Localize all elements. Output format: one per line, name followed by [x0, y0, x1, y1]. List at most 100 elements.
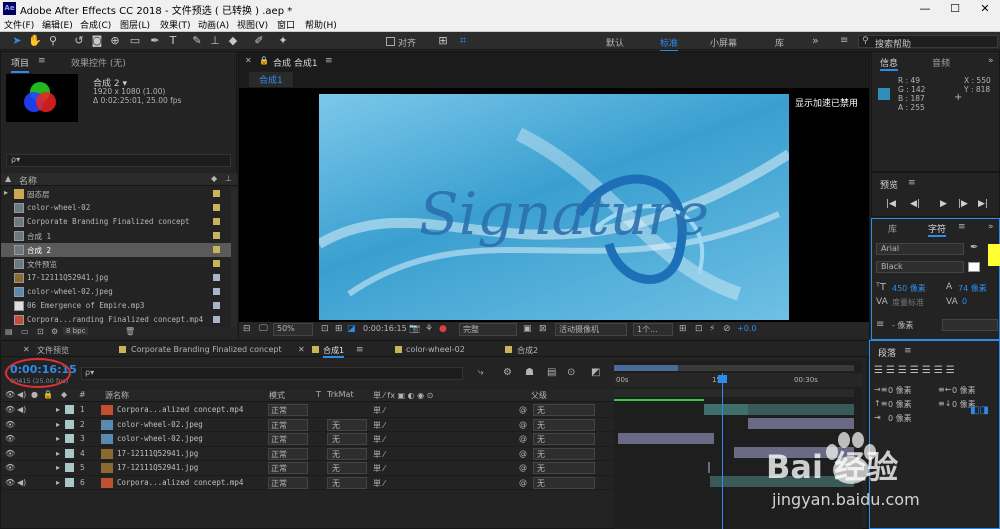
workspace-standard[interactable]: 标准 — [660, 36, 679, 52]
trkmat-header[interactable]: TrkMat — [327, 390, 354, 399]
show-snapshot-icon[interactable]: ⚘ — [425, 324, 433, 334]
trkmat-select[interactable]: 无 — [327, 476, 367, 489]
maximize-button[interactable]: ☐ — [940, 0, 970, 17]
label-column-icon[interactable]: ◆ — [61, 390, 67, 399]
preserve-transparency-header[interactable]: T — [316, 390, 321, 399]
label-swatch[interactable] — [213, 316, 220, 323]
list-item[interactable]: Corpora...randing Finalized concept.mp4 — [1, 313, 231, 327]
workspace-menu-icon[interactable]: ≡ — [840, 35, 848, 46]
tab-info[interactable]: 信息 — [880, 56, 899, 71]
menu-window[interactable]: 窗口 — [277, 18, 295, 31]
reset-exposure-icon[interactable]: ⊘ — [723, 324, 731, 334]
list-item[interactable]: ▸ 固态层 — [1, 187, 231, 201]
roto-brush-icon[interactable]: ✐ — [252, 34, 266, 48]
tag-column-icon[interactable]: ◆ — [211, 174, 217, 183]
kerning-select[interactable]: 度量标准 — [892, 297, 924, 308]
expand-arrow-icon[interactable]: ▸ — [56, 463, 60, 472]
play-button[interactable]: ▶ — [940, 199, 947, 209]
pickwhip-icon[interactable]: @ — [519, 478, 527, 487]
source-name-header[interactable]: 源名称 — [105, 390, 129, 401]
label-swatch[interactable] — [213, 218, 220, 225]
playhead[interactable] — [722, 373, 723, 529]
more-panels-icon[interactable]: » — [988, 56, 994, 66]
tab-effect-controls[interactable]: 效果控件 (无) — [71, 56, 126, 69]
video-switch-icon[interactable]: 👁 — [5, 390, 15, 399]
list-item[interactable]: Corporate Branding Finalized concept — [1, 215, 231, 229]
workspace-small-screen[interactable]: 小屏幕 — [710, 36, 737, 49]
tab-comp2[interactable]: 合成2 — [517, 345, 538, 356]
tab-preview[interactable]: 预览 — [880, 178, 898, 191]
shy-layers-icon[interactable]: ☗ — [525, 367, 534, 378]
snap-checkbox[interactable] — [386, 37, 395, 46]
tab-corporate-branding[interactable]: Corporate Branding Finalized concept — [131, 345, 282, 354]
tab-character[interactable]: 字符 — [928, 222, 947, 237]
grid-icon[interactable]: ⊞ — [335, 324, 343, 334]
timeline-menu-icon[interactable]: ≡ — [356, 345, 364, 355]
project-search-input[interactable]: ρ▾ — [6, 154, 231, 167]
video-visibility-icon[interactable]: 👁 — [5, 434, 15, 443]
table-row[interactable]: 👁 ▸ 3 color-wheel-02.jpeg 正常 无 単 ⁄ @ 无 — [1, 432, 613, 447]
label-swatch[interactable] — [65, 448, 74, 458]
indent-left-value[interactable]: 0 像素 — [888, 385, 912, 396]
layer-switches[interactable]: 単 ⁄ — [373, 405, 385, 416]
label-swatch[interactable] — [213, 302, 220, 309]
next-frame-button[interactable]: |▶ — [958, 199, 968, 209]
project-menu-icon[interactable]: ≡ — [38, 56, 46, 66]
eraser-tool-icon[interactable]: ◆ — [226, 34, 240, 48]
expand-arrow-icon[interactable]: ▸ — [56, 420, 60, 429]
table-row[interactable]: 👁 ▸ 2 color-wheel-02.jpeg 正常 无 単 ⁄ @ 无 — [1, 418, 613, 432]
paragraph-menu-icon[interactable]: ≡ — [904, 346, 912, 356]
eyedropper-icon[interactable]: ✒ — [970, 242, 978, 253]
interpret-footage-icon[interactable]: ▤ — [5, 327, 13, 336]
menu-view[interactable]: 视图(V) — [237, 18, 268, 31]
workspace-default[interactable]: 默认 — [606, 36, 624, 49]
number-column-icon[interactable]: # — [79, 390, 86, 399]
menu-layer[interactable]: 图层(L) — [120, 18, 150, 31]
expand-arrow-icon[interactable]: ▸ — [56, 405, 60, 414]
switches-header-icons[interactable]: 単 ⁄ fx ▣ ◐ ◉ ⊙ — [373, 390, 433, 401]
direction-buttons[interactable]: ◧◨ — [970, 405, 989, 416]
snapshot-icon[interactable]: 📷 — [409, 324, 420, 334]
delete-icon[interactable]: 🗑 — [125, 327, 135, 336]
name-column-header[interactable]: 名称 — [19, 174, 37, 187]
table-row[interactable]: 👁 ▸ 4 17-12111Q52941.jpg 正常 无 単 ⁄ @ 无 — [1, 447, 613, 461]
font-family-select[interactable]: Arial — [876, 243, 964, 255]
pickwhip-icon[interactable]: @ — [519, 449, 527, 458]
tracking-value[interactable]: 0 — [962, 297, 967, 306]
label-column-icon[interactable]: ▲ — [5, 174, 11, 183]
timeline-search-input[interactable]: ρ▾ — [81, 367, 463, 380]
first-frame-button[interactable]: |◀ — [886, 199, 896, 209]
layer-switches[interactable]: 単 ⁄ — [373, 449, 385, 460]
parent-select[interactable]: 无 — [533, 404, 595, 416]
more-workspaces-icon[interactable]: » — [812, 34, 819, 47]
parent-select[interactable]: 无 — [533, 447, 595, 460]
list-item[interactable]: 合成 1 — [1, 229, 231, 243]
channel-icon[interactable]: ● — [439, 324, 447, 334]
blend-mode-select[interactable]: 正常 — [268, 462, 308, 474]
label-swatch[interactable] — [65, 434, 74, 443]
audio-switch-icon[interactable]: ◀) — [17, 390, 26, 399]
parent-header[interactable]: 父级 — [531, 390, 547, 401]
leading-value[interactable]: 74 像素 — [958, 283, 987, 294]
mode-header[interactable]: 模式 — [269, 390, 285, 401]
viewer-timecode[interactable]: 0:00:16:15 — [363, 324, 407, 333]
list-item-selected[interactable]: 合成 2 — [1, 243, 231, 257]
tab-comp1[interactable]: 合成1 — [323, 345, 345, 358]
fit-icon[interactable]: ⊡ — [321, 324, 329, 334]
close-button[interactable]: ✕ — [970, 0, 1000, 17]
snap-option-icon[interactable]: ⊞ — [436, 34, 450, 48]
expand-arrow-icon[interactable]: ▸ — [56, 434, 60, 443]
layer-switches[interactable]: 単 ⁄ — [373, 478, 385, 489]
list-item[interactable]: 文件预览 — [1, 257, 231, 271]
project-scrollbar[interactable] — [231, 187, 237, 327]
always-preview-icon[interactable]: ⊟ — [243, 324, 251, 334]
menu-help[interactable]: 帮助(H) — [305, 18, 337, 31]
frame-blending-icon[interactable]: ▤ — [547, 367, 556, 378]
fill-color-swatch[interactable] — [988, 244, 1000, 266]
table-row[interactable]: 👁 ◀) ▸ 1 Corpora...alized concept.mp4 正常… — [1, 403, 613, 418]
rotate-tool-icon[interactable]: ↺ — [72, 34, 86, 48]
pen-tool-icon[interactable]: ✒ — [148, 34, 162, 48]
render-icon[interactable]: ⚡ — [709, 324, 715, 334]
trkmat-select[interactable]: 无 — [327, 418, 367, 431]
table-row[interactable]: 👁 ◀) ▸ 6 Corpora...alized concept.mp4 正常… — [1, 476, 613, 490]
